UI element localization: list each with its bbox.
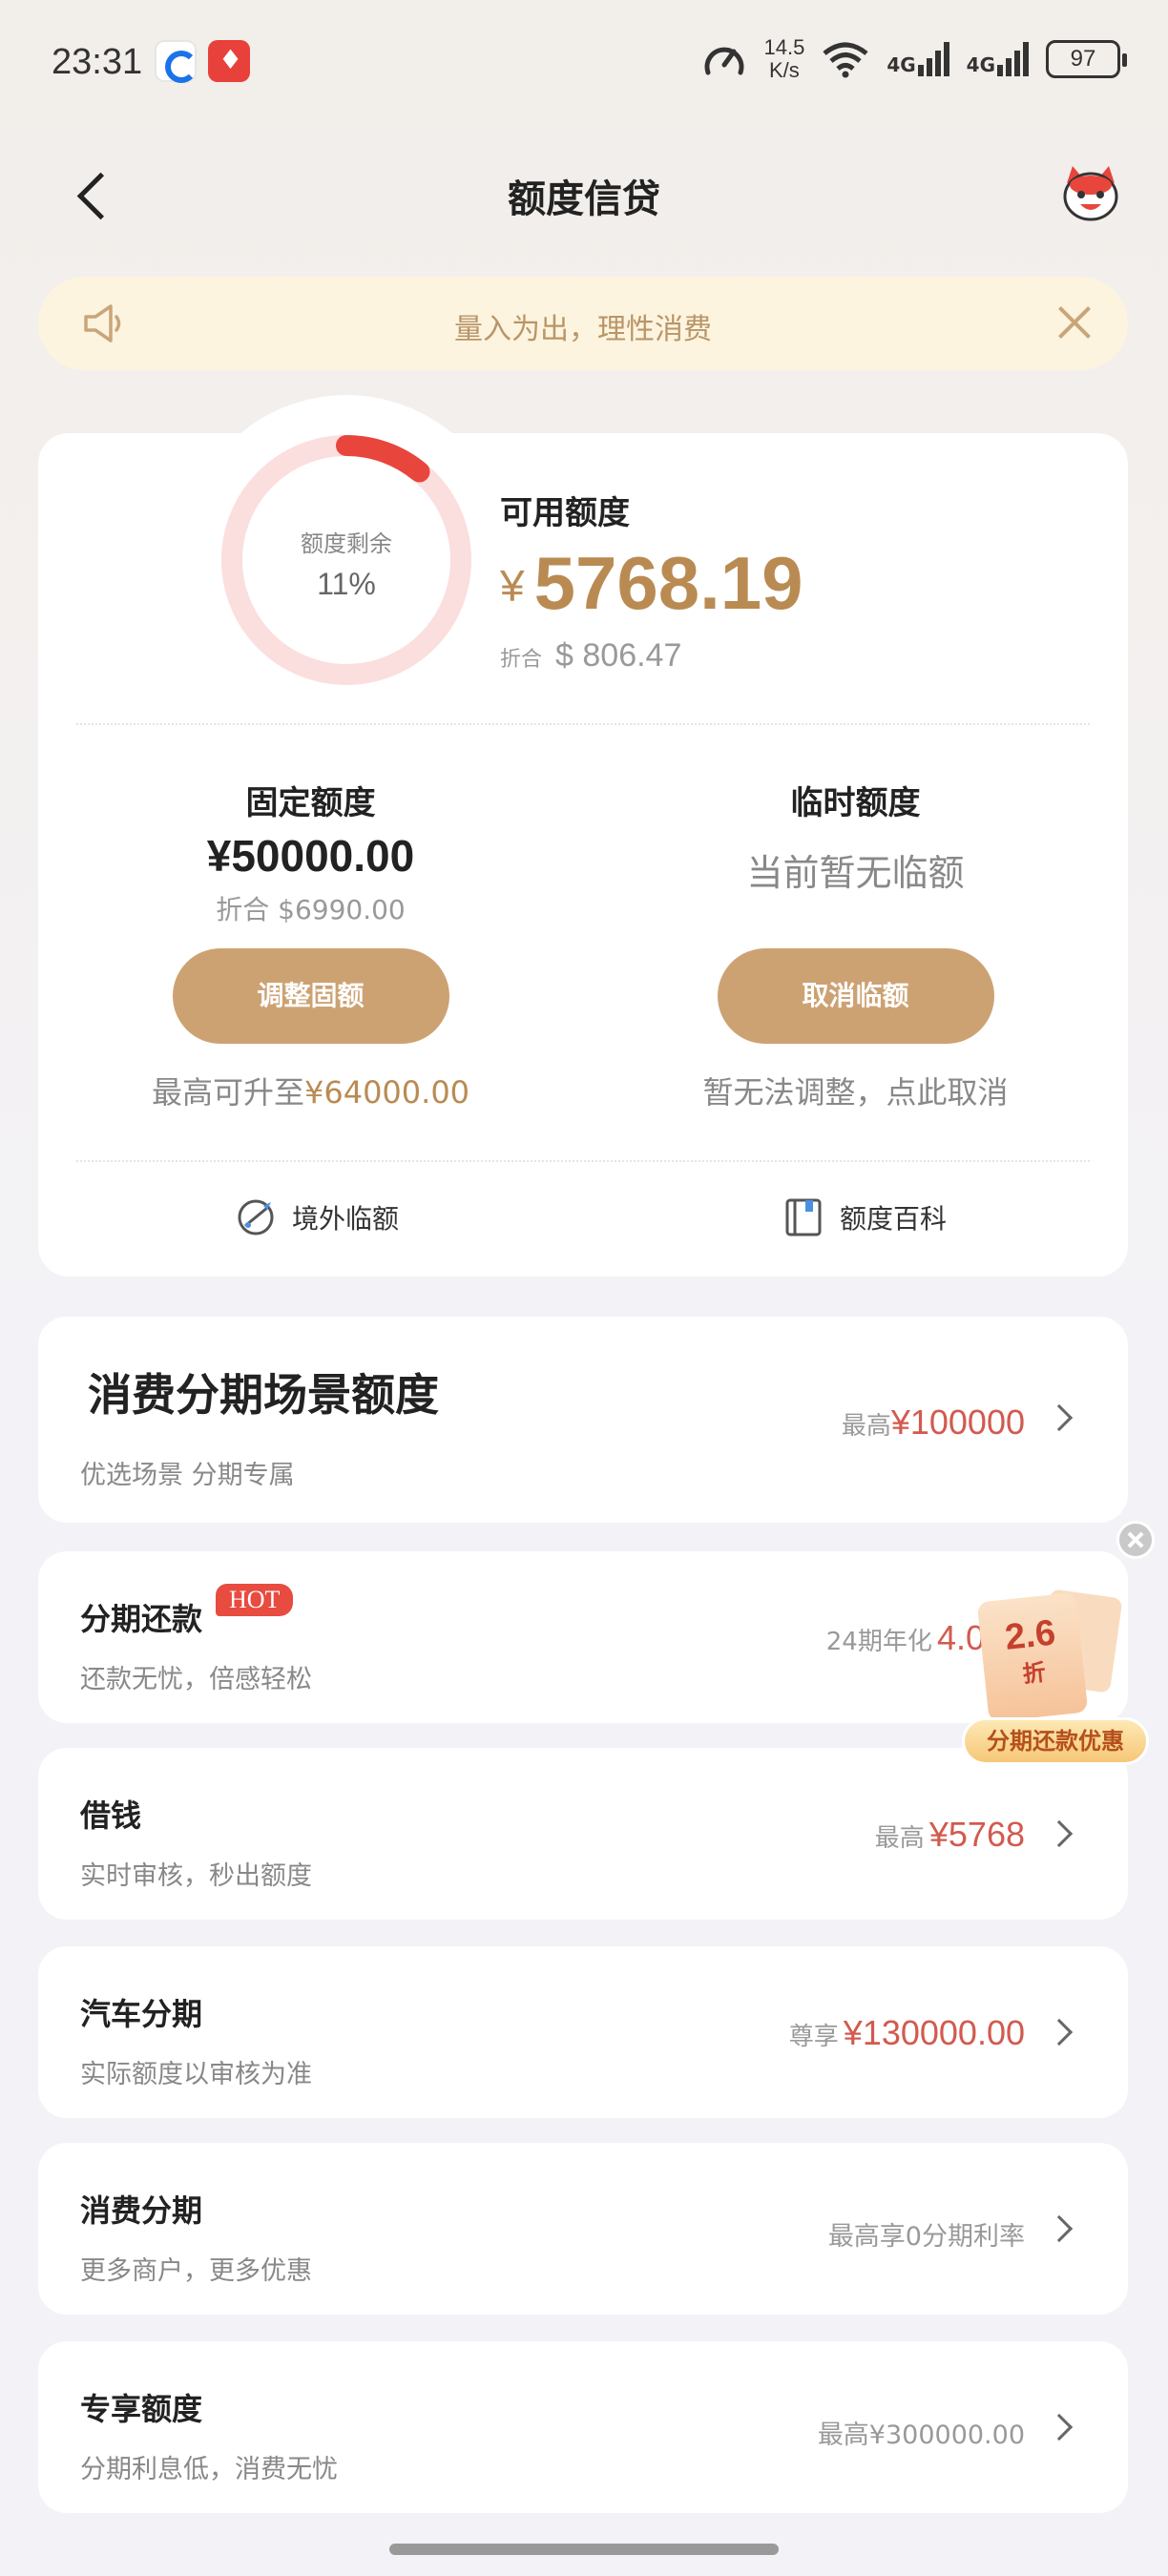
item-title: 汽车分期 <box>80 1996 203 2032</box>
signal-bars-icon <box>917 42 949 76</box>
scene-quota-card[interactable]: 消费分期场景额度 优选场景 分期专属 最高¥100000 <box>38 1317 1128 1523</box>
item-right-text: 最高¥300000.00 <box>817 2420 1025 2450</box>
item-right-amount: ¥130000.00 <box>843 2013 1025 2052</box>
battery-icon: 97 <box>1046 40 1127 78</box>
network-speed: 14.5 K/s <box>763 36 804 82</box>
quota-wiki-link[interactable]: 额度百科 <box>782 1196 947 1238</box>
notice-banner: 量入为出，理性消费 <box>38 277 1128 370</box>
temporary-quota-section: 临时额度 当前暂无临额 取消临额 暂无法调整，点此取消 <box>583 777 1128 1112</box>
notice-text: 量入为出，理性消费 <box>454 313 712 346</box>
scene-quota-max: 最高¥100000 <box>842 1402 1025 1443</box>
close-icon[interactable] <box>1053 301 1095 343</box>
cancel-temporary-quota-button[interactable]: 取消临额 <box>717 948 994 1044</box>
list-item-car-installment[interactable]: 汽车分期 实际额度以审核为准 尊享 ¥130000.00 <box>38 1946 1128 2118</box>
temporary-quota-note[interactable]: 暂无法调整，点此取消 <box>583 1069 1128 1112</box>
chevron-right-icon <box>1045 1819 1074 1848</box>
available-converted: 折合 $ 806.47 <box>500 637 681 675</box>
fixed-note-prefix: 最高可升至 <box>151 1074 304 1111</box>
converted-amount: $ 806.47 <box>555 637 682 674</box>
available-quota-amount: ¥5768.19 <box>500 540 803 627</box>
status-icons: 14.5 K/s 4G 4G 97 <box>702 36 1127 82</box>
network-speed-unit: K/s <box>769 58 800 82</box>
divider <box>76 723 1090 725</box>
currency-symbol: ¥ <box>500 561 525 611</box>
scene-quota-title: 消费分期场景额度 <box>88 1369 439 1421</box>
item-subtitle: 实际额度以审核为准 <box>80 2060 312 2089</box>
item-right-value: 最高享0分期利率 <box>828 2215 1025 2253</box>
book-icon <box>785 1198 822 1236</box>
item-subtitle: 还款无忧，倍感轻松 <box>80 1665 312 1694</box>
item-right-prefix: 尊享 <box>788 2023 839 2051</box>
scene-quota-subtitle: 优选场景 分期专属 <box>80 1461 295 1490</box>
chevron-right-icon <box>1045 1403 1074 1432</box>
installment-promo-float[interactable]: 2.6 折 分期还款优惠 <box>962 1521 1155 1769</box>
signal-2: 4G <box>967 42 1029 76</box>
status-bar: 23:31 14.5 K/s 4G 4G 97 <box>0 0 1168 124</box>
home-indicator[interactable] <box>389 2544 779 2555</box>
promo-label: 分期还款优惠 <box>962 1717 1149 1765</box>
close-icon[interactable] <box>1116 1521 1155 1559</box>
remaining-quota-ring: 额度剩余 11% <box>181 395 511 725</box>
item-right-prefix: 24期年化 <box>825 1628 932 1656</box>
available-quota-label: 可用额度 <box>500 494 630 532</box>
chevron-right-icon <box>1045 2413 1074 2441</box>
page-title: 额度信贷 <box>508 177 660 221</box>
item-right-prefix: 最高 <box>874 1824 925 1853</box>
signal-2-label: 4G <box>966 53 995 76</box>
status-time: 23:31 <box>52 42 143 82</box>
scene-max-prefix: 最高 <box>841 1412 891 1441</box>
available-amount-value: 5768.19 <box>533 541 803 625</box>
divider <box>76 1160 1090 1162</box>
list-item-consumer-installment[interactable]: 消费分期 更多商户，更多优惠 最高享0分期利率 <box>38 2143 1128 2315</box>
ring-percent: 11% <box>317 567 376 601</box>
wiki-link-label: 额度百科 <box>840 1203 948 1235</box>
item-right-amount: ¥5768 <box>928 1815 1025 1854</box>
fixed-quota-amount: ¥50000.00 <box>206 831 415 881</box>
item-right-text: 最高享0分期利率 <box>827 2222 1025 2252</box>
fixed-note-value: ¥64000.00 <box>303 1074 470 1111</box>
fixed-quota-note: 最高可升至¥64000.00 <box>38 1069 583 1112</box>
speedometer-icon <box>705 47 744 75</box>
chevron-right-icon <box>1045 2214 1074 2243</box>
item-subtitle: 实时审核，秒出额度 <box>80 1861 312 1891</box>
wifi-icon <box>823 42 868 78</box>
hot-badge: HOT <box>216 1584 294 1616</box>
temporary-quota-status: 当前暂无临额 <box>746 852 965 894</box>
app-notification-icon <box>155 40 198 83</box>
item-right-value: 最高 ¥5768 <box>875 1815 1025 1855</box>
scene-max-amount: ¥100000 <box>890 1402 1025 1442</box>
list-item-borrow[interactable]: 借钱 实时审核，秒出额度 最高 ¥5768 <box>38 1748 1128 1920</box>
item-subtitle: 分期利息低，消费无忧 <box>80 2455 338 2484</box>
nav-bar: 额度信贷 <box>0 143 1168 248</box>
app-notification-icon <box>208 40 250 82</box>
network-speed-value: 14.5 <box>763 35 805 59</box>
item-title: 消费分期 <box>80 2192 203 2229</box>
temporary-quota-title: 临时额度 <box>790 784 921 822</box>
plane-globe-icon <box>238 1199 274 1236</box>
item-title: 借钱 <box>80 1797 142 1834</box>
discount-coupon: 2.6 折 <box>976 1591 1089 1723</box>
quota-card: 额度剩余 11% 可用额度 ¥5768.19 折合 $ 806.47 固定额度 ¥… <box>38 395 1128 1277</box>
overseas-link-label: 境外临额 <box>292 1203 400 1235</box>
fixed-quota-title: 固定额度 <box>245 784 376 822</box>
item-title: 分期还款 <box>80 1601 203 1637</box>
ring-label: 额度剩余 <box>301 530 392 557</box>
signal-1: 4G <box>886 42 949 76</box>
progress-ring-icon <box>221 435 471 685</box>
item-right-value: 尊享 ¥130000.00 <box>789 2013 1025 2053</box>
fixed-quota-converted: 折合 $6990.00 <box>216 894 406 925</box>
converted-prefix: 折合 <box>500 648 543 672</box>
item-title: 专享额度 <box>80 2391 203 2427</box>
item-right-value: 最高¥300000.00 <box>818 2414 1025 2451</box>
fixed-quota-section: 固定额度 ¥50000.00 折合 $6990.00 调整固额 最高可升至¥64… <box>38 777 583 1112</box>
chevron-right-icon <box>1045 2018 1074 2046</box>
signal-bars-icon <box>997 42 1029 76</box>
adjust-fixed-quota-button[interactable]: 调整固额 <box>172 948 449 1044</box>
item-subtitle: 更多商户，更多优惠 <box>80 2256 312 2286</box>
overseas-temp-quota-link[interactable]: 境外临额 <box>235 1196 399 1238</box>
signal-1-label: 4G <box>886 53 916 76</box>
list-item-exclusive-quota[interactable]: 专享额度 分期利息低，消费无忧 最高¥300000.00 <box>38 2341 1128 2513</box>
mascot-icon[interactable] <box>1057 160 1124 227</box>
